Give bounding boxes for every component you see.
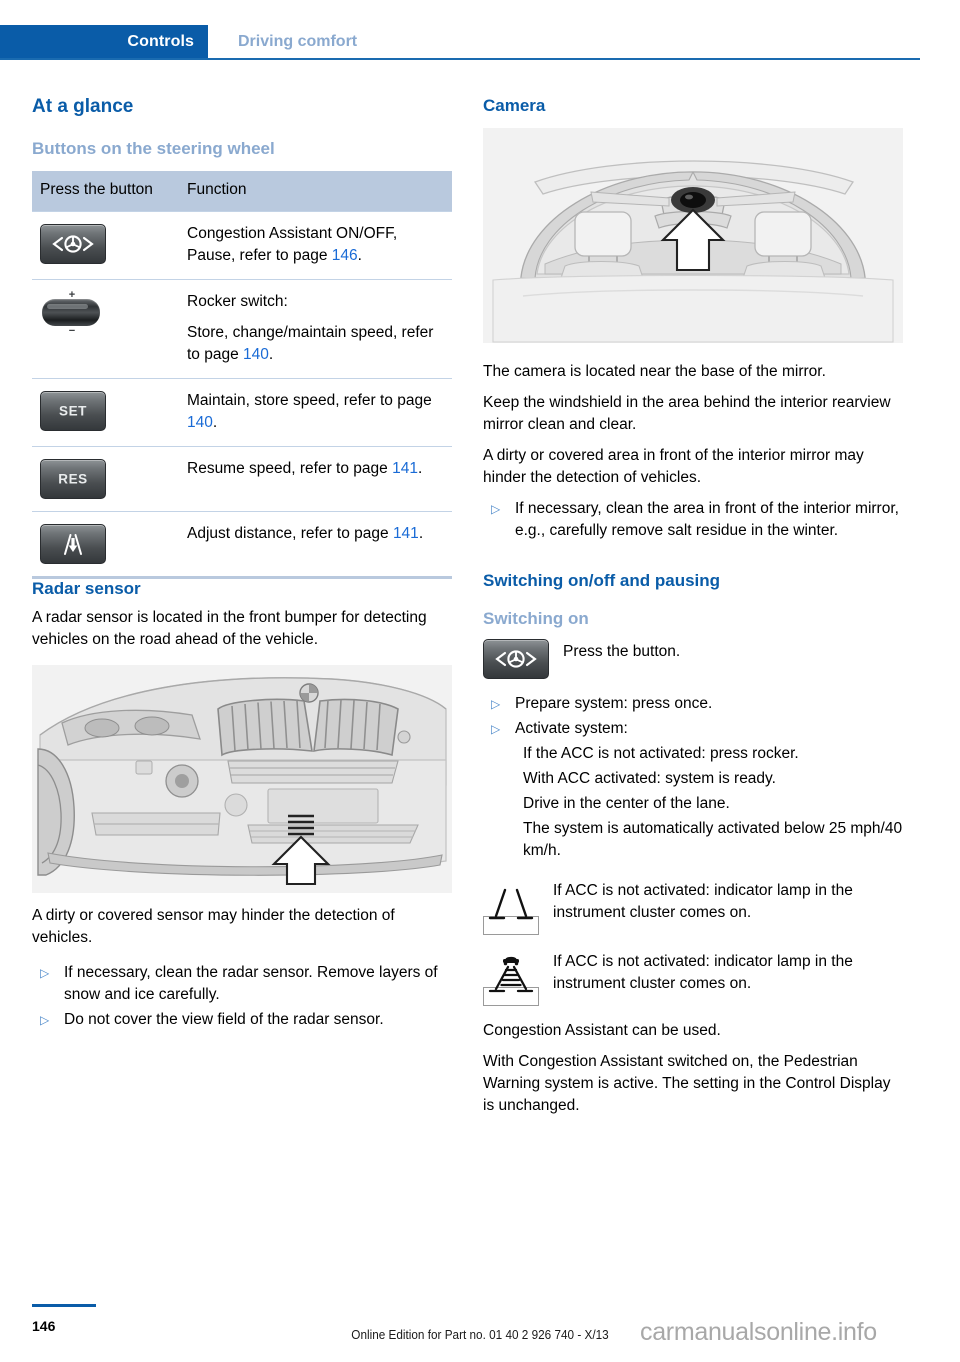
button-cell (32, 510, 179, 576)
closing-paragraph-2: With Congestion Assistant switched on, t… (483, 1052, 891, 1114)
right-column: Camera The camera is located near the ba… (483, 96, 903, 1126)
triangle-bullet-icon: ▷ (40, 1013, 50, 1028)
camera-paragraph-2: Keep the windshield in the area behind t… (483, 393, 891, 433)
press-the-button-text: Press the button. (563, 642, 681, 660)
function-cell: Rocker switch: Store, change/maintain sp… (179, 278, 452, 379)
indicator-lamp-row: If ACC is not activated: indicator lamp … (483, 949, 903, 1006)
button-cell: RES (32, 445, 179, 512)
page-header: Controls Driving comfort (0, 25, 960, 59)
rocker-switch-icon[interactable]: + − (40, 288, 104, 337)
list-item-text: If necessary, clean the area in front of… (515, 499, 899, 539)
sub-line-text: Drive in the center of the lane. (523, 794, 730, 812)
button-cell: + − (32, 278, 179, 379)
adjust-distance-button-icon[interactable] (40, 523, 106, 564)
function-cell: Maintain, store speed, refer to page 140… (179, 377, 452, 447)
button-cell (32, 210, 179, 280)
steering-wheel-buttons-table: Press the button Function Congestion Ass… (32, 171, 452, 576)
page-reference-link[interactable]: 141 (393, 525, 419, 542)
function-cell: Adjust distance, refer to page 141. (179, 510, 452, 576)
page-title-at-a-glance: At a glance (32, 96, 134, 117)
column-header-function: Function (179, 171, 452, 212)
table-row: SET Maintain, store speed, refer to page… (32, 377, 452, 447)
res-button-icon[interactable]: RES (40, 458, 106, 499)
list-item: ▷ Prepare system: press once. (483, 693, 903, 715)
triangle-bullet-icon: ▷ (40, 966, 50, 981)
site-watermark: carmanualsonline.info (640, 1318, 877, 1346)
vehicle-in-lane-indicator-icon (483, 949, 539, 1006)
function-text-line-1: Rocker switch: (187, 292, 288, 310)
table-header-row: Press the button Function (32, 171, 452, 212)
function-text: Resume speed, refer to page 141. (187, 459, 423, 477)
table-row: RES Resume speed, refer to page 141. (32, 445, 452, 512)
list-item: ▷ Do not cover the view field of the rad… (32, 1009, 452, 1031)
breadcrumb-section-driving-comfort: Driving comfort (238, 33, 358, 50)
sub-line-text: If the ACC is not activated: press rocke… (523, 744, 799, 762)
indicator-lamp-text: If ACC is not activated: indicator lamp … (553, 881, 853, 921)
camera-figure (483, 127, 903, 343)
header-divider (0, 58, 920, 60)
function-cell: Congestion Assistant ON/OFF, Pause, refe… (179, 210, 452, 280)
subheading-switching-on: Switching on (483, 609, 589, 629)
column-header-press-the-button: Press the button (32, 171, 179, 212)
function-cell: Resume speed, refer to page 141. (179, 445, 452, 512)
table-row: Congestion Assistant ON/OFF, Pause, refe… (32, 210, 452, 280)
section-heading-radar-sensor: Radar sensor (32, 578, 141, 598)
camera-paragraph-3: A dirty or covered area in front of the … (483, 446, 864, 486)
function-text: Maintain, store speed, refer to page 140… (187, 391, 432, 431)
footer-divider (32, 1304, 96, 1307)
list-item-text: Prepare system: press once. (515, 694, 713, 712)
steering-wheel-button-icon[interactable] (40, 223, 106, 264)
section-heading-camera: Camera (483, 96, 546, 115)
list-item: ▷ If necessary, clean the radar sensor. … (32, 962, 452, 1006)
steering-wheel-button-icon[interactable] (483, 638, 549, 679)
page-reference-link[interactable]: 146 (332, 247, 358, 264)
table-row: Adjust distance, refer to page 141. (32, 510, 452, 576)
set-button-label: SET (58, 402, 88, 418)
rocker-plus-label: + (68, 288, 76, 301)
left-column: At a glance Buttons on the steering whee… (32, 96, 452, 1034)
res-button-label: RES (58, 470, 88, 486)
set-button-icon[interactable]: SET (40, 390, 106, 431)
page-reference-link[interactable]: 140 (187, 414, 213, 431)
triangle-bullet-icon: ▷ (491, 501, 501, 516)
sub-line-text: With ACC activated: system is ready. (523, 769, 776, 787)
table-row: + − Rocker switch: Store, change/maintai… (32, 278, 452, 379)
breadcrumb-chapter-controls: Controls (0, 25, 208, 59)
triangle-bullet-icon: ▷ (491, 721, 501, 736)
page-reference-link[interactable]: 141 (392, 460, 418, 477)
list-item-text: If necessary, clean the radar sensor. Re… (64, 964, 438, 1004)
sub-line-text: The system is automatically activated be… (523, 819, 903, 859)
press-button-row: Press the button. (483, 638, 903, 679)
function-text: Congestion Assistant ON/OFF, Pause, refe… (187, 224, 398, 264)
radar-sensor-paragraph: A radar sensor is located in the front b… (32, 609, 427, 649)
radar-sensor-figure (32, 665, 452, 894)
indicator-lamp-row: If ACC is not activated: indicator lamp … (483, 878, 903, 935)
list-item-text: Do not cover the view field of the radar… (64, 1011, 384, 1029)
closing-paragraph-1: Congestion Assistant can be used. (483, 1021, 721, 1039)
function-text-line-2: Store, change/maintain speed, refer to p… (187, 323, 434, 363)
function-text: Adjust distance, refer to page 141. (187, 524, 424, 542)
list-item: ▷ Activate system: (483, 718, 903, 740)
page-reference-link[interactable]: 140 (243, 346, 269, 363)
list-item-text: Activate system: (515, 719, 628, 737)
radar-sensor-note: A dirty or covered sensor may hinder the… (32, 907, 395, 947)
list-item: ▷ If necessary, clean the area in front … (483, 498, 903, 542)
camera-paragraph-1: The camera is located near the base of t… (483, 362, 826, 380)
lane-markings-indicator-icon (483, 878, 539, 935)
rocker-body (42, 298, 100, 326)
section-heading-switching-on-off-and-pausing: Switching on/off and pausing (483, 570, 721, 590)
indicator-lamp-text: If ACC is not activated: indicator lamp … (553, 952, 853, 992)
subheading-buttons-on-steering-wheel: Buttons on the steering wheel (32, 138, 275, 158)
rocker-minus-label: − (68, 324, 76, 337)
button-cell: SET (32, 377, 179, 447)
triangle-bullet-icon: ▷ (491, 696, 501, 711)
